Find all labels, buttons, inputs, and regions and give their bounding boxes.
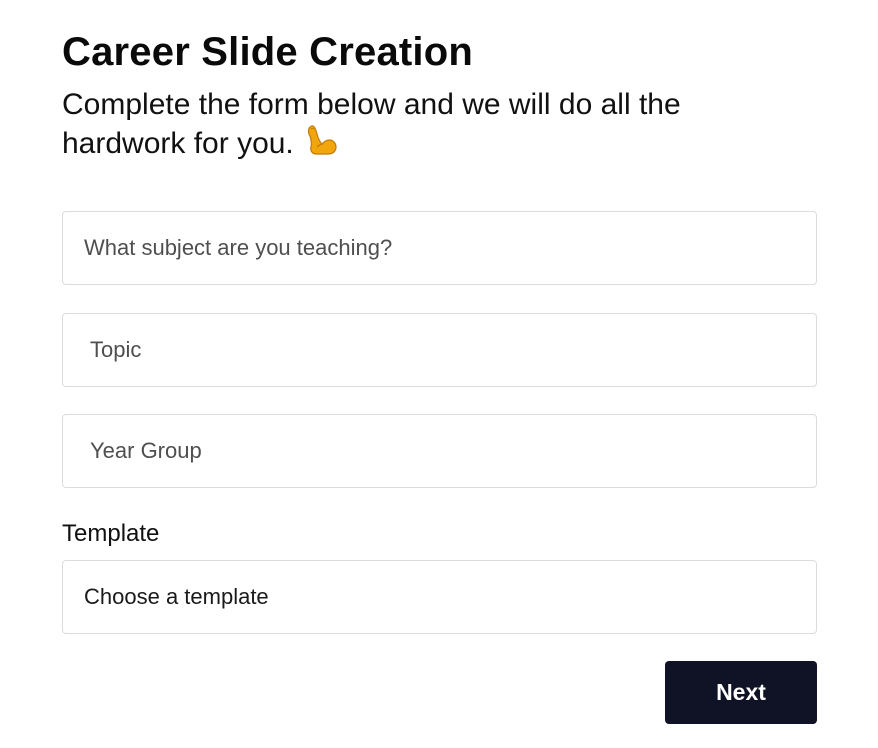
flexed-biceps-icon	[304, 123, 338, 166]
subject-field[interactable]	[62, 211, 817, 285]
template-select[interactable]: Choose a template	[62, 560, 817, 634]
career-slide-form-page: Career Slide Creation Complete the form …	[62, 26, 817, 724]
topic-field[interactable]	[62, 313, 817, 387]
template-label: Template	[62, 520, 160, 547]
year-group-input[interactable]	[63, 415, 816, 487]
year-group-field[interactable]	[62, 414, 817, 488]
page-subtitle: Complete the form below and we will do a…	[62, 86, 762, 166]
next-button[interactable]: Next	[665, 661, 817, 724]
subject-input[interactable]	[63, 212, 816, 284]
topic-input[interactable]	[63, 314, 816, 386]
subtitle-text: Complete the form below and we will do a…	[62, 88, 681, 160]
page-title: Career Slide Creation	[62, 30, 474, 74]
template-select-value: Choose a template	[84, 584, 269, 609]
